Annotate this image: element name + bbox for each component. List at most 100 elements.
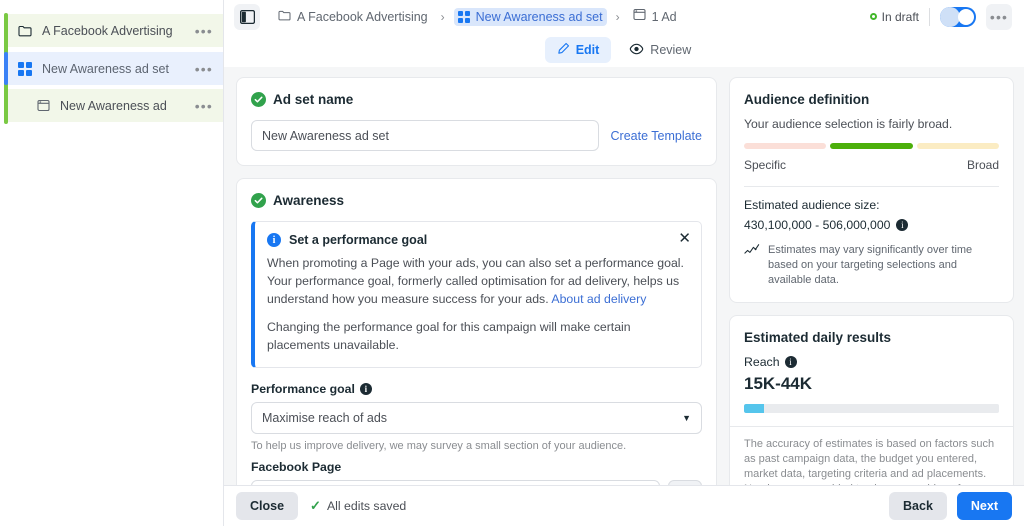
folder-icon (278, 8, 291, 26)
performance-goal-hint: To help us improve delivery, we may surv… (251, 440, 627, 452)
divider (744, 186, 999, 187)
tab-edit[interactable]: Edit (544, 37, 612, 63)
performance-goal-callout: ✕ i Set a performance goal When promotin… (251, 221, 702, 368)
audience-definition-title: Audience definition (744, 92, 870, 107)
audience-definition-card: Audience definition Your audience select… (729, 77, 1014, 303)
about-ad-delivery-link[interactable]: About ad delivery (551, 292, 646, 306)
sidebar-item-campaign-menu[interactable]: ••• (195, 24, 213, 38)
activation-toggle[interactable] (940, 6, 976, 27)
right-column: Audience definition Your audience select… (729, 77, 1014, 485)
sidebar-item-adset-menu[interactable]: ••• (195, 62, 213, 76)
breadcrumb-campaign-label: A Facebook Advertising (297, 9, 428, 24)
estimated-audience-size-value: 430,100,000 - 506,000,000 (744, 218, 891, 232)
info-icon[interactable]: i (784, 356, 797, 368)
awareness-title: Awareness (273, 193, 345, 208)
breadcrumb: A Facebook Advertising › New Awareness a… (274, 6, 681, 28)
breadcrumb-item-adset[interactable]: New Awareness ad set (453, 7, 607, 26)
info-icon[interactable]: i (896, 219, 909, 231)
sidebar-item-adset-label: New Awareness ad set (42, 61, 169, 76)
performance-goal-value: Maximise reach of ads (262, 411, 388, 425)
tab-bar: Edit Review (224, 33, 1024, 67)
breadcrumb-adset-label: New Awareness ad set (475, 9, 603, 24)
reach-progress-fill (744, 404, 765, 413)
audience-scale-bar (744, 143, 999, 149)
ad-set-name-input[interactable]: New Awareness ad set (251, 120, 599, 151)
audience-scale-left-label: Specific (744, 158, 787, 172)
left-column: Ad set name New Awareness ad set Create … (236, 77, 717, 485)
info-icon: i (267, 233, 281, 247)
check-circle-icon (251, 92, 266, 107)
close-button[interactable]: Close (236, 492, 299, 520)
draft-status-dot-icon (869, 13, 877, 20)
ad-set-name-row: New Awareness ad set Create Template (251, 120, 702, 151)
folder-icon (16, 25, 34, 37)
callout-title: Set a performance goal (289, 233, 428, 247)
next-button[interactable]: Next (956, 492, 1012, 520)
divider (730, 426, 1013, 427)
audience-estimate-note: Estimates may vary significantly over ti… (744, 243, 999, 288)
pencil-icon (557, 42, 570, 58)
audience-estimate-note-text: Estimates may vary significantly over ti… (768, 244, 973, 286)
status-badge-label: In draft (881, 9, 919, 24)
tab-edit-label: Edit (575, 43, 600, 57)
status-badge: In draft (869, 9, 919, 24)
breadcrumb-item-campaign[interactable]: A Facebook Advertising (274, 6, 432, 28)
facebook-page-label: Facebook Page (251, 460, 702, 474)
sidebar-item-campaign-label: A Facebook Advertising (42, 23, 173, 38)
save-status: ✓ All edits saved (310, 498, 406, 514)
audience-segment-balanced (830, 143, 913, 149)
top-bar-right: In draft ••• (869, 3, 1012, 30)
panel-toggle-icon[interactable] (234, 3, 260, 30)
estimated-audience-size: Estimated audience size: 430,100,000 - 5… (744, 198, 999, 232)
estimated-audience-size-label: Estimated audience size: (744, 198, 880, 212)
audience-scale-right-label: Broad (966, 158, 999, 172)
breadcrumb-item-ad[interactable]: 1 Ad (629, 6, 681, 28)
facebook-page-label-text: Facebook Page (251, 460, 342, 474)
breadcrumb-separator-2: › (615, 9, 620, 24)
reach-label: Reach i (744, 355, 999, 369)
performance-goal-select[interactable]: Maximise reach of ads ▼ (251, 402, 702, 434)
more-options-button[interactable]: ••• (986, 3, 1012, 30)
audience-definition-subtitle: Your audience selection is fairly broad. (744, 117, 953, 131)
ad-set-name-card: Ad set name New Awareness ad set Create … (236, 77, 717, 166)
footer-bar: Close ✓ All edits saved Back Next (224, 485, 1024, 526)
content-area: Ad set name New Awareness ad set Create … (224, 67, 1024, 485)
ad-window-icon (34, 99, 52, 112)
overflow-dots-icon: ••• (989, 8, 1009, 25)
sidebar-item-campaign[interactable]: A Facebook Advertising ••• (8, 14, 223, 47)
callout-paragraph-1: When promoting a Page with your ads, you… (267, 254, 689, 308)
audience-segment-broad (916, 143, 999, 149)
awareness-header: Awareness (251, 193, 702, 208)
estimated-daily-results-card: Estimated daily results Reach i 15K-44K … (729, 315, 1014, 485)
eye-icon (629, 43, 644, 58)
tab-review[interactable]: Review (617, 38, 703, 63)
performance-goal-label-text: Performance goal (251, 382, 355, 396)
breadcrumb-ad-label: 1 Ad (651, 9, 677, 24)
ads-manager-window: A Facebook Advertising ••• New Awareness… (0, 0, 1024, 526)
info-icon[interactable]: i (359, 383, 372, 395)
breadcrumb-separator-1: › (440, 9, 445, 24)
footer-actions: Back Next (889, 492, 1012, 520)
accuracy-note: The accuracy of estimates is based on fa… (744, 438, 995, 485)
divider (929, 7, 930, 26)
check-icon: ✓ (310, 498, 321, 513)
top-bar: A Facebook Advertising › New Awareness a… (224, 0, 1024, 33)
back-button[interactable]: Back (889, 492, 947, 520)
sidebar-item-ad-label: New Awareness ad (60, 98, 167, 113)
sidebar-item-ad[interactable]: New Awareness ad ••• (8, 89, 223, 122)
chevron-down-icon: ▼ (682, 413, 691, 423)
reach-label-text: Reach (744, 355, 780, 369)
audience-segment-specific (744, 143, 827, 149)
ad-set-name-header: Ad set name (251, 92, 702, 107)
callout-paragraph-2: Changing the performance goal for this c… (267, 320, 631, 352)
create-template-link[interactable]: Create Template (611, 129, 703, 143)
close-icon[interactable]: ✕ (678, 231, 691, 246)
trend-line-icon (744, 243, 760, 288)
sidebar-item-ad-menu[interactable]: ••• (195, 99, 213, 113)
main-area: A Facebook Advertising › New Awareness a… (224, 0, 1024, 526)
adset-grid-icon (457, 10, 470, 23)
adset-grid-icon (16, 61, 34, 76)
ad-set-name-title: Ad set name (273, 92, 354, 107)
sidebar-item-adset[interactable]: New Awareness ad set ••• (8, 52, 223, 85)
audience-scale-labels: Specific Broad (744, 158, 999, 172)
